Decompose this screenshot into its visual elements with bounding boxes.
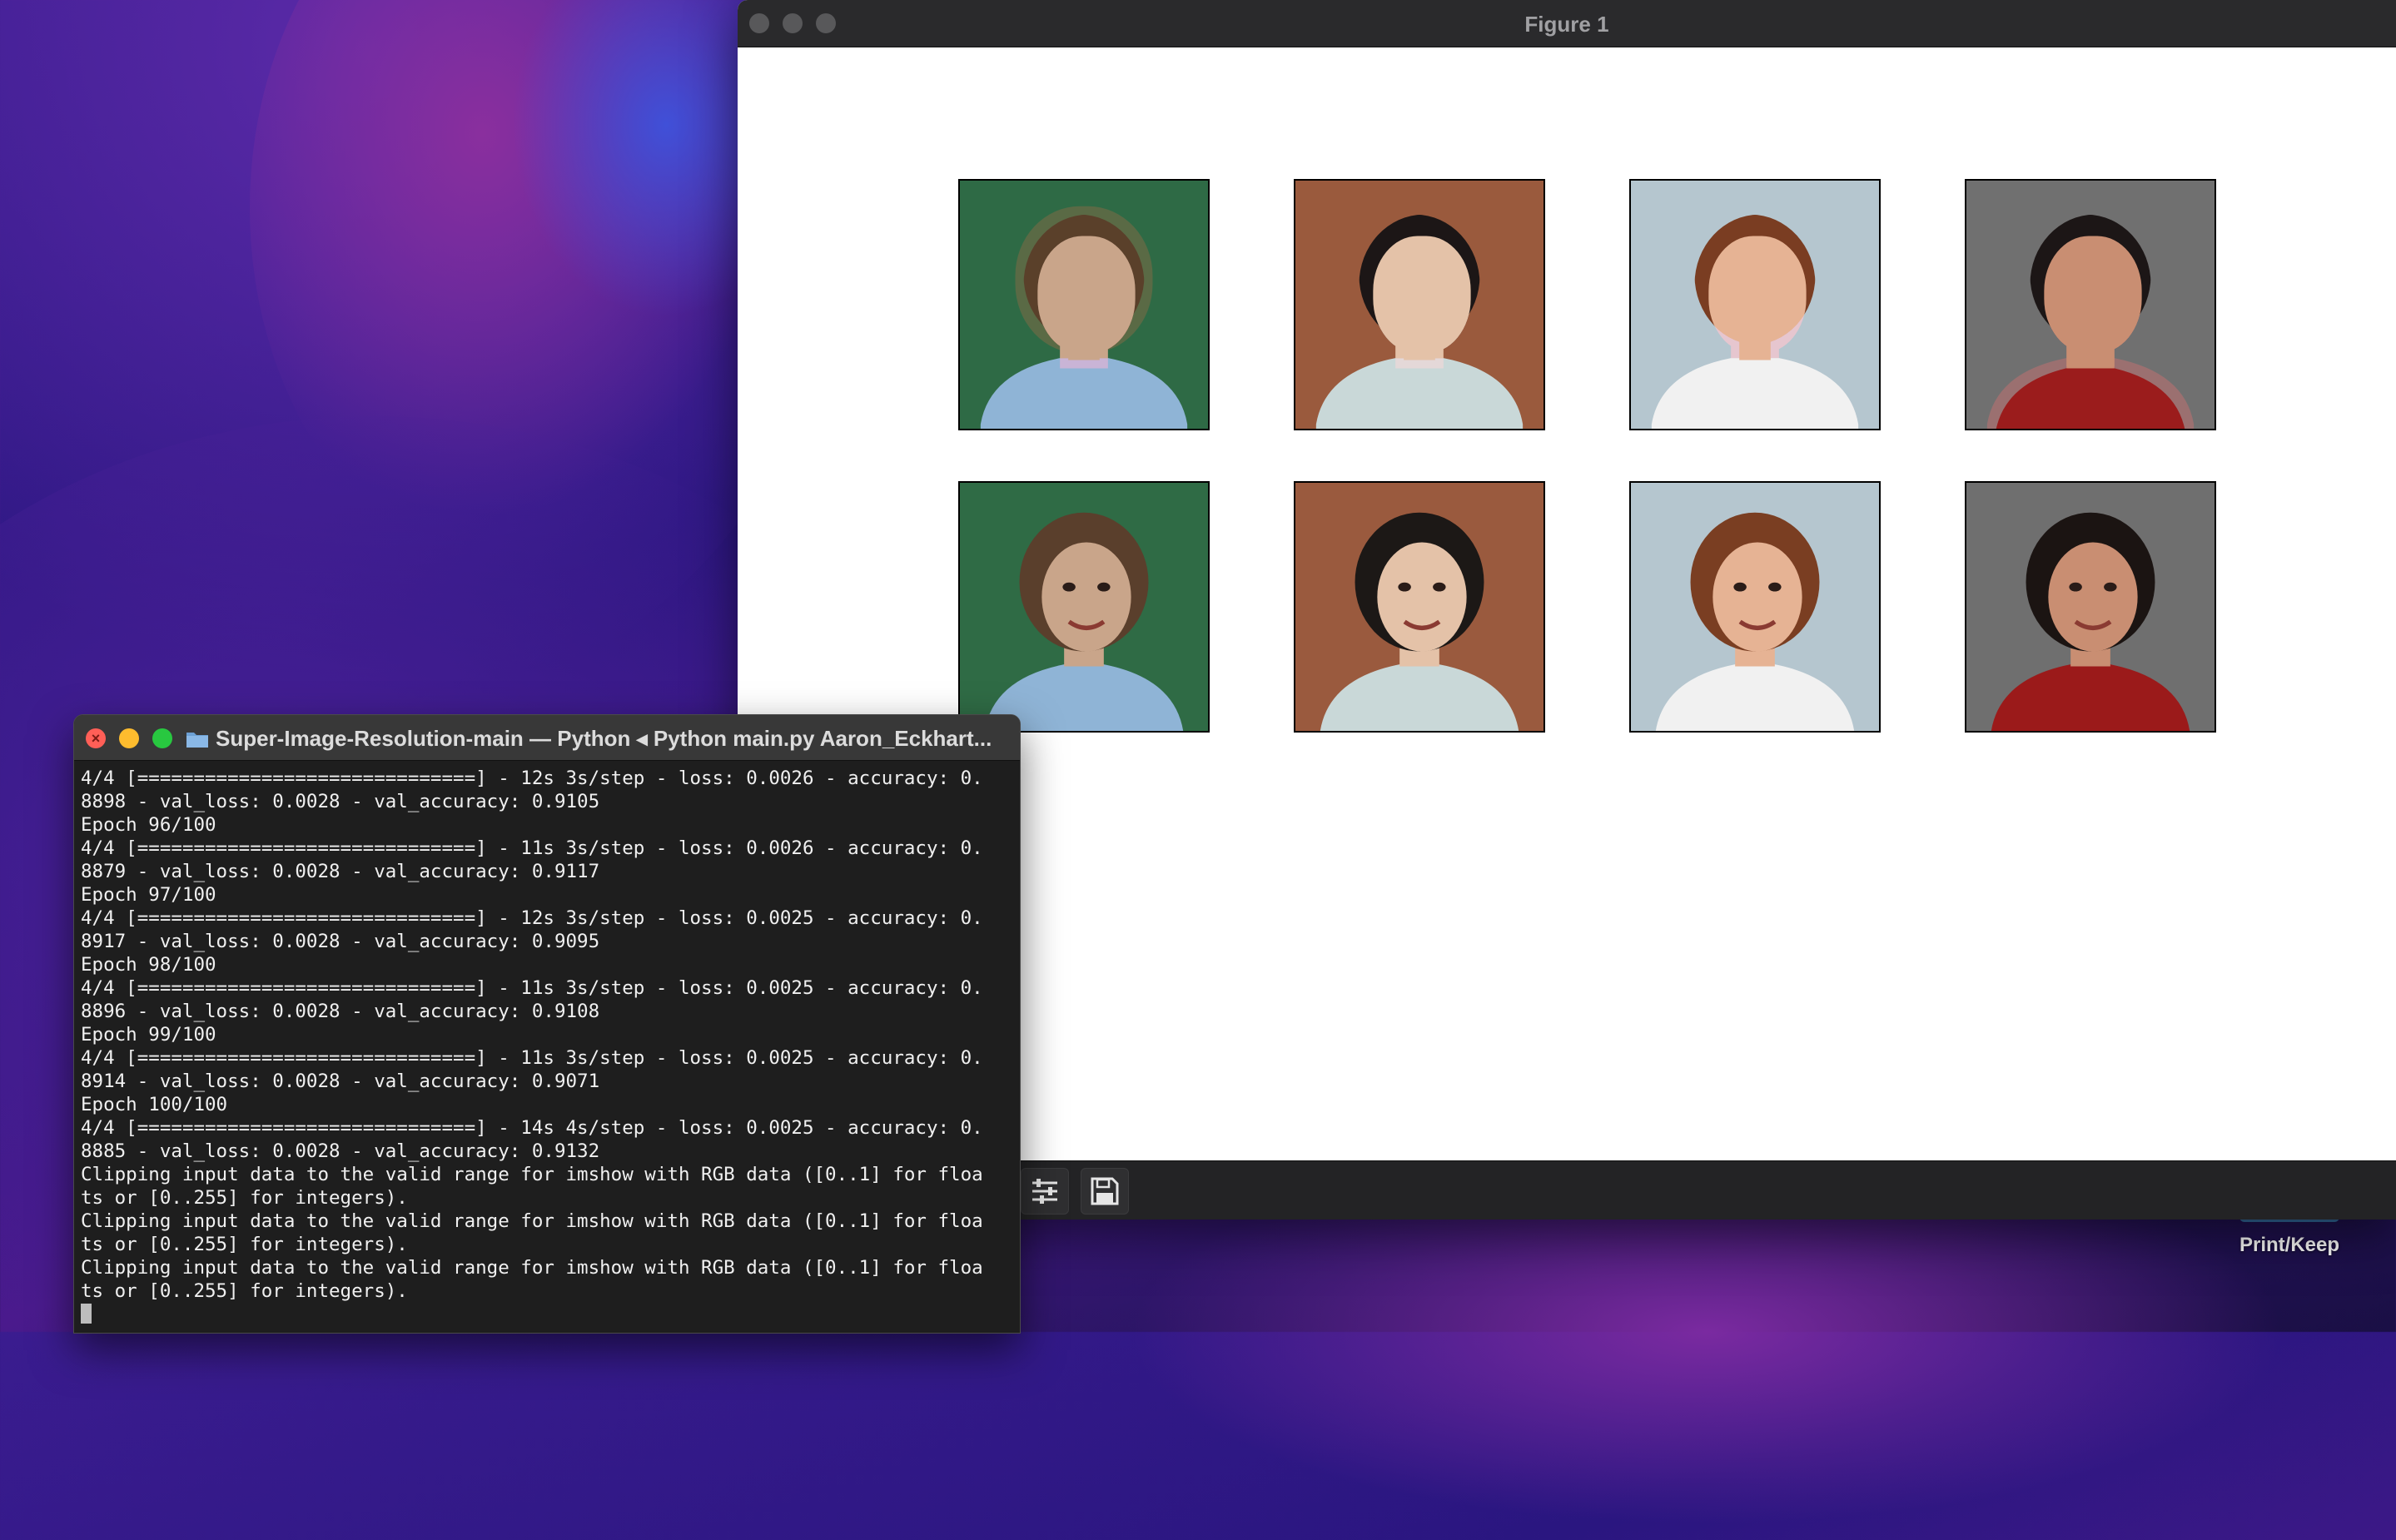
superres-image-2: [1294, 481, 1545, 733]
terminal-line: 8914 - val_loss: 0.0028 - val_accuracy: …: [81, 1071, 600, 1092]
terminal-line: 8896 - val_loss: 0.0028 - val_accuracy: …: [81, 1001, 600, 1022]
face-portrait: [960, 483, 1208, 731]
figure-title: Figure 1: [1524, 12, 1609, 37]
zoom-button[interactable]: [152, 728, 172, 748]
terminal-line: Epoch 96/100: [81, 814, 216, 836]
face-portrait: [1966, 181, 2215, 429]
terminal-line: 8917 - val_loss: 0.0028 - val_accuracy: …: [81, 931, 600, 952]
terminal-line: 4/4 [==============================] - 1…: [81, 907, 983, 929]
terminal-output[interactable]: 4/4 [==============================] - 1…: [81, 767, 1013, 1333]
face-portrait: [1295, 181, 1543, 429]
terminal-line: ts or [0..255] for integers).: [81, 1280, 408, 1302]
terminal-line: 8885 - val_loss: 0.0028 - val_accuracy: …: [81, 1140, 600, 1162]
superres-image-1: [958, 481, 1210, 733]
terminal-titlebar[interactable]: × Super-Image-Resolution-main — Python ◂…: [74, 715, 1020, 761]
face-portrait: [960, 181, 1208, 429]
face-portrait: [1631, 483, 1879, 731]
face-portrait: [1966, 483, 2215, 731]
folder-icon: [186, 733, 208, 748]
sliders-icon: [1032, 1179, 1057, 1204]
lowres-image-2: [1294, 179, 1545, 430]
terminal-line: 4/4 [==============================] - 1…: [81, 1047, 983, 1069]
terminal-line: ts or [0..255] for integers).: [81, 1187, 408, 1209]
superres-image-4: [1965, 481, 2216, 733]
terminal-window[interactable]: × Super-Image-Resolution-main — Python ◂…: [73, 714, 1021, 1334]
terminal-line: 4/4 [==============================] - 1…: [81, 837, 983, 859]
lowres-image-4: [1965, 179, 2216, 430]
terminal-title-text: Super-Image-Resolution-main — Python ◂ P…: [216, 726, 992, 751]
close-button[interactable]: ×: [86, 728, 106, 748]
terminal-line: Clipping input data to the valid range f…: [81, 1257, 983, 1279]
terminal-line: Epoch 98/100: [81, 954, 216, 976]
face-portrait: [1295, 483, 1543, 731]
superres-image-3: [1629, 481, 1881, 733]
lowres-image-3: [1629, 179, 1881, 430]
terminal-line: 8879 - val_loss: 0.0028 - val_accuracy: …: [81, 861, 600, 882]
terminal-line: Epoch 100/100: [81, 1094, 228, 1115]
minimize-button[interactable]: [119, 728, 139, 748]
desktop-item-label: Print/Keep: [2239, 1234, 2340, 1256]
terminal-line: Clipping input data to the valid range f…: [81, 1164, 983, 1185]
terminal-title: Super-Image-Resolution-main — Python ◂ P…: [186, 726, 1010, 752]
terminal-line: 4/4 [==============================] - 1…: [81, 1117, 983, 1139]
terminal-cursor: [81, 1304, 92, 1324]
terminal-line: 8898 - val_loss: 0.0028 - val_accuracy: …: [81, 791, 600, 812]
floppy-disk-icon: [1091, 1177, 1119, 1205]
figure-titlebar[interactable]: Figure 1: [738, 0, 2396, 47]
configure-subplots-button[interactable]: [1021, 1168, 1069, 1215]
terminal-line: Epoch 97/100: [81, 884, 216, 906]
terminal-line: 4/4 [==============================] - 1…: [81, 977, 983, 999]
terminal-line: Clipping input data to the valid range f…: [81, 1210, 983, 1232]
save-figure-button[interactable]: [1081, 1168, 1129, 1215]
terminal-line: ts or [0..255] for integers).: [81, 1234, 408, 1255]
terminal-line: Epoch 99/100: [81, 1024, 216, 1046]
face-portrait: [1631, 181, 1879, 429]
lowres-image-1: [958, 179, 1210, 430]
terminal-line: 4/4 [==============================] - 1…: [81, 768, 983, 789]
